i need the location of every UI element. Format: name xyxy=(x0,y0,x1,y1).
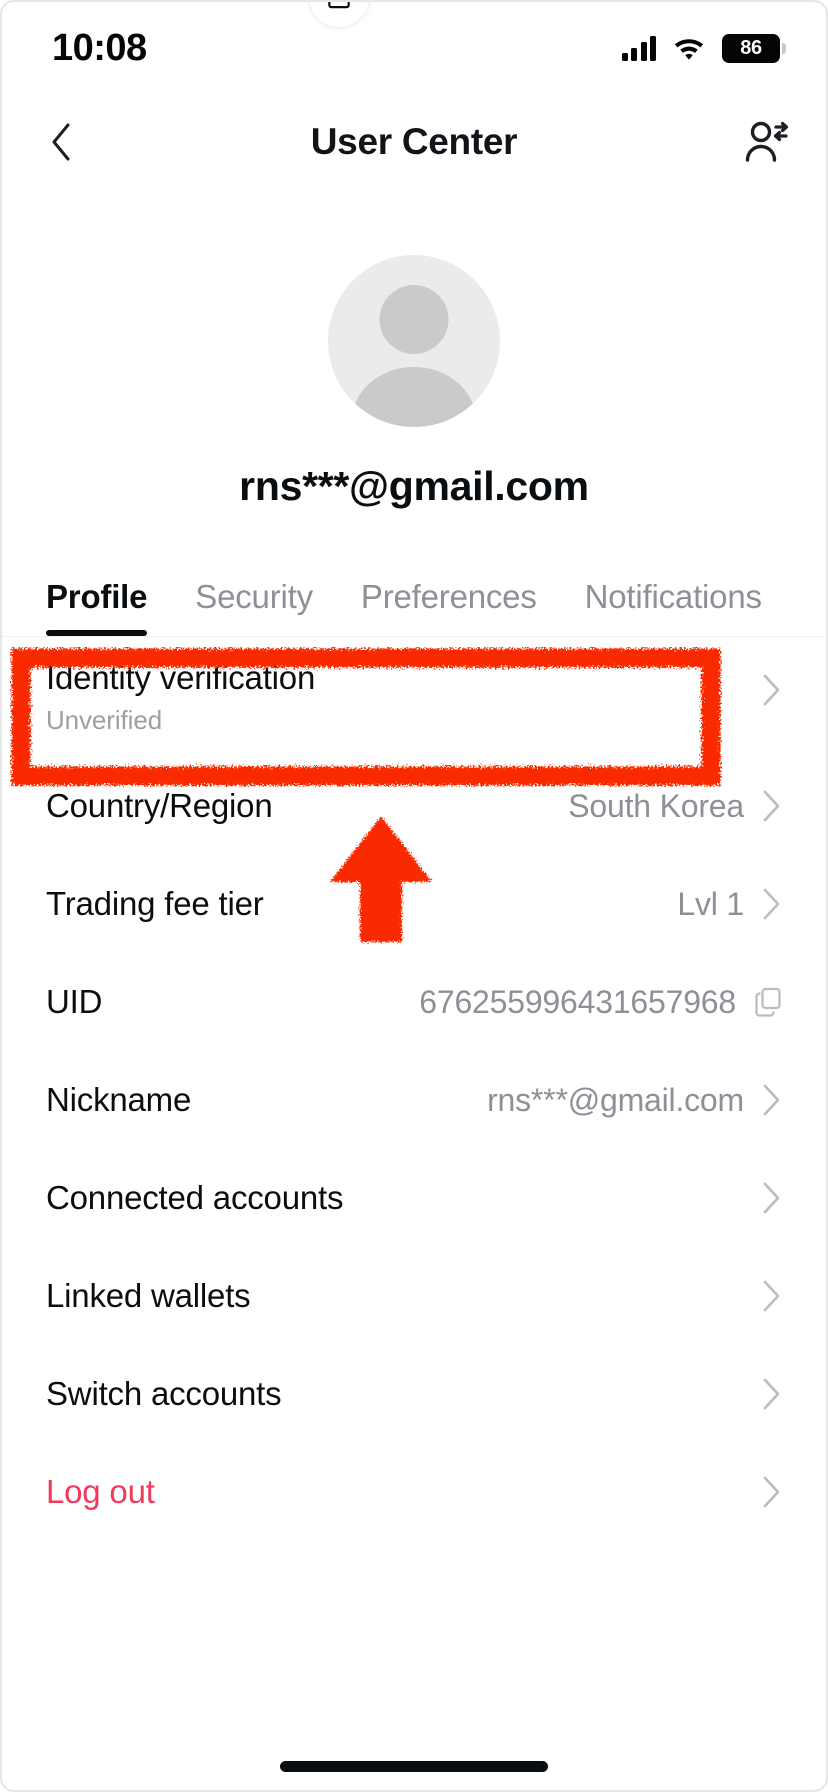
chevron-right-icon xyxy=(763,674,780,706)
row-right xyxy=(762,1279,782,1313)
identity-status-badge: Unverified xyxy=(46,705,163,735)
tab-preferences[interactable]: Preferences xyxy=(361,578,537,636)
row-left: Identity verification Unverified xyxy=(46,659,315,736)
copy-icon[interactable] xyxy=(754,987,782,1017)
row-right: rns***@gmail.com xyxy=(487,1082,782,1119)
row-label: Country/Region xyxy=(46,787,273,824)
navigation-bar: User Center xyxy=(2,94,826,189)
avatar-body-shape xyxy=(351,367,477,427)
tab-notifications[interactable]: Notifications xyxy=(585,578,762,636)
row-right: 676255996431657968 xyxy=(419,984,782,1021)
row-switch-accounts[interactable]: Switch accounts xyxy=(46,1345,782,1443)
battery-level: 86 xyxy=(740,37,762,59)
row-right: South Korea xyxy=(568,788,782,825)
row-label: Trading fee tier xyxy=(46,885,264,922)
chevron-right-icon xyxy=(763,1280,780,1312)
row-country-region[interactable]: Country/Region South Korea xyxy=(46,757,782,855)
row-log-out[interactable]: Log out xyxy=(46,1443,782,1541)
switch-user-icon xyxy=(745,121,789,162)
row-label: Connected accounts xyxy=(46,1179,344,1216)
row-right: Lvl 1 xyxy=(677,886,782,923)
home-indicator xyxy=(280,1761,548,1772)
chevron-left-icon xyxy=(52,123,70,160)
row-linked-wallets[interactable]: Linked wallets xyxy=(46,1247,782,1345)
row-identity-verification[interactable]: Identity verification Unverified xyxy=(46,637,782,757)
back-button[interactable] xyxy=(32,113,90,171)
row-label: Linked wallets xyxy=(46,1277,251,1314)
row-right xyxy=(762,1377,782,1411)
tab-security[interactable]: Security xyxy=(195,578,313,636)
row-right xyxy=(762,673,782,707)
page-title: User Center xyxy=(310,120,518,162)
country-value: South Korea xyxy=(568,787,744,824)
row-label: Log out xyxy=(46,1473,155,1510)
battery-icon: 86 xyxy=(722,33,786,63)
status-icons: 86 xyxy=(621,33,786,63)
cellular-signal-icon xyxy=(621,35,656,61)
row-label: UID xyxy=(46,983,103,1020)
fee-tier-value: Lvl 1 xyxy=(677,885,744,922)
wifi-icon xyxy=(672,35,706,61)
row-right xyxy=(762,1181,782,1215)
phone-screen: 10:08 86 User Center rns***@gmail.com Pr… xyxy=(0,0,828,1792)
status-bar: 10:08 86 xyxy=(2,2,826,94)
status-time: 10:08 xyxy=(52,26,147,69)
chevron-right-icon xyxy=(763,790,780,822)
avatar-head-shape xyxy=(379,285,449,354)
row-trading-fee-tier[interactable]: Trading fee tier Lvl 1 xyxy=(46,855,782,953)
account-email: rns***@gmail.com xyxy=(239,463,589,509)
row-right xyxy=(762,1475,782,1509)
row-label: Nickname xyxy=(46,1081,192,1118)
row-label: Identity verification xyxy=(46,659,316,696)
profile-settings-list: Identity verification Unverified Country… xyxy=(2,637,826,1541)
chevron-right-icon xyxy=(763,1182,780,1214)
avatar-section xyxy=(2,2,826,427)
chevron-right-icon xyxy=(763,888,780,920)
row-connected-accounts[interactable]: Connected accounts xyxy=(46,1149,782,1247)
tab-profile[interactable]: Profile xyxy=(46,578,148,636)
switch-user-button[interactable] xyxy=(738,113,796,171)
avatar[interactable] xyxy=(328,255,500,427)
chevron-right-icon xyxy=(763,1378,780,1410)
chevron-right-icon xyxy=(763,1084,780,1116)
row-label: Switch accounts xyxy=(46,1375,282,1412)
nickname-value: rns***@gmail.com xyxy=(487,1081,744,1118)
row-nickname[interactable]: Nickname rns***@gmail.com xyxy=(46,1051,782,1149)
chevron-right-icon xyxy=(763,1476,780,1508)
row-uid[interactable]: UID 676255996431657968 xyxy=(46,953,782,1051)
edit-pencil-icon xyxy=(327,2,350,8)
tab-bar: Profile Security Preferences Notificatio… xyxy=(2,578,826,637)
uid-value: 676255996431657968 xyxy=(419,983,736,1020)
